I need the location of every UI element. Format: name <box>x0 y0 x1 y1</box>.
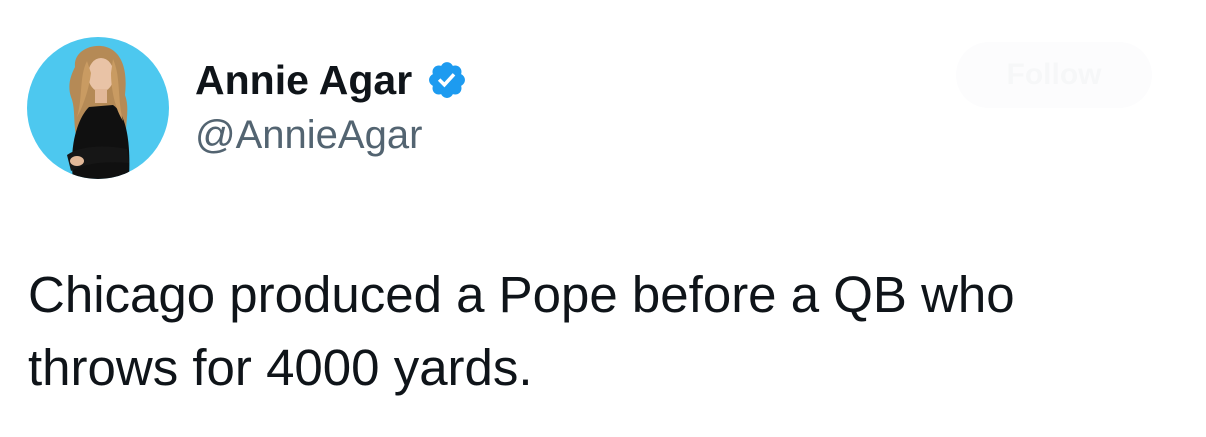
avatar[interactable] <box>27 37 169 179</box>
author-handle[interactable]: @AnnieAgar <box>195 113 422 158</box>
author-name-row[interactable]: Annie Agar <box>195 52 468 108</box>
verified-badge-icon <box>426 59 468 101</box>
tweet-text: Chicago produced a Pope before a QB who … <box>28 266 1015 396</box>
follow-button[interactable]: Follow <box>956 42 1152 108</box>
author-display-name[interactable]: Annie Agar <box>195 57 412 104</box>
avatar-image <box>27 37 169 179</box>
tweet-card: Annie Agar @AnnieAgar Follow Chicago pro… <box>0 0 1206 437</box>
